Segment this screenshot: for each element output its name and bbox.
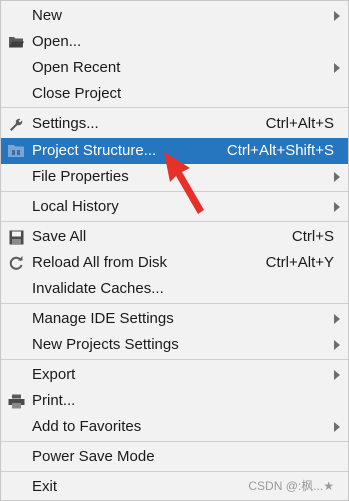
- menu-item-save-all[interactable]: Save All Ctrl+S: [1, 224, 348, 250]
- menu-item-open[interactable]: Open...: [1, 29, 348, 55]
- menu-item-shortcut: Ctrl+Alt+Y: [265, 254, 334, 271]
- menu-item-label: Save All: [32, 228, 87, 245]
- menu-item-print[interactable]: Print...: [1, 388, 348, 414]
- submenu-arrow-icon: [334, 340, 340, 350]
- menu-item-new-projects-settings[interactable]: New Projects Settings: [1, 332, 348, 358]
- menu-separator: [1, 107, 348, 108]
- menu-item-label: Local History: [32, 198, 119, 215]
- submenu-arrow-icon: [334, 11, 340, 21]
- menu-item-label: Exit: [32, 478, 58, 495]
- menu-item-label: Open Recent: [32, 59, 121, 76]
- menu-item-label: Invalidate Caches...: [32, 280, 164, 297]
- submenu-arrow-icon: [334, 422, 340, 432]
- folder-icon: [7, 33, 25, 51]
- menu-item-new[interactable]: New: [1, 3, 348, 29]
- annotation-arrow-icon: [164, 152, 204, 214]
- menu-item-label: Export: [32, 366, 76, 383]
- menu-separator: [1, 471, 348, 472]
- submenu-arrow-icon: [334, 63, 340, 73]
- menu-item-label: Print...: [32, 392, 76, 409]
- project-structure-icon: [7, 142, 25, 160]
- wrench-icon: [7, 115, 25, 133]
- submenu-arrow-icon: [334, 202, 340, 212]
- menu-item-label: Project Structure...: [32, 142, 157, 159]
- menu-separator: [1, 441, 348, 442]
- menu-item-label: Close Project: [32, 85, 122, 102]
- menu-separator: [1, 221, 348, 222]
- menu-item-power-save-mode[interactable]: Power Save Mode: [1, 444, 348, 470]
- menu-item-shortcut: Ctrl+Alt+Shift+S: [226, 142, 334, 159]
- menu-separator: [1, 359, 348, 360]
- menu-item-add-to-favorites[interactable]: Add to Favorites: [1, 414, 348, 440]
- submenu-arrow-icon: [334, 314, 340, 324]
- menu-separator: [1, 303, 348, 304]
- menu-item-close-project[interactable]: Close Project: [1, 81, 348, 107]
- submenu-arrow-icon: [334, 172, 340, 182]
- menu-item-label: New: [32, 7, 63, 24]
- menu-item-open-recent[interactable]: Open Recent: [1, 55, 348, 81]
- submenu-arrow-icon: [334, 370, 340, 380]
- printer-icon: [7, 392, 25, 410]
- menu-item-settings[interactable]: Settings... Ctrl+Alt+S: [1, 111, 348, 137]
- menu-item-label: Settings...: [32, 115, 99, 132]
- menu-item-label: Reload All from Disk: [32, 254, 168, 271]
- menu-item-export[interactable]: Export: [1, 362, 348, 388]
- menu-item-label: New Projects Settings: [32, 336, 179, 353]
- menu-item-shortcut: Ctrl+S: [291, 228, 334, 245]
- file-menu: New Open... Open Recent Close Project Se…: [0, 0, 349, 501]
- menu-item-label: Manage IDE Settings: [32, 310, 174, 327]
- menu-item-shortcut: Ctrl+Alt+S: [265, 115, 334, 132]
- menu-item-reload-all[interactable]: Reload All from Disk Ctrl+Alt+Y: [1, 250, 348, 276]
- menu-item-label: Power Save Mode: [32, 448, 155, 465]
- menu-item-label: Open...: [32, 33, 82, 50]
- menu-item-label: Add to Favorites: [32, 418, 142, 435]
- reload-icon: [7, 254, 25, 272]
- menu-item-label: File Properties: [32, 168, 129, 185]
- save-icon: [7, 228, 25, 246]
- watermark: CSDN @:枫...★: [248, 479, 334, 493]
- menu-item-invalidate-caches[interactable]: Invalidate Caches...: [1, 276, 348, 302]
- menu-item-manage-ide-settings[interactable]: Manage IDE Settings: [1, 306, 348, 332]
